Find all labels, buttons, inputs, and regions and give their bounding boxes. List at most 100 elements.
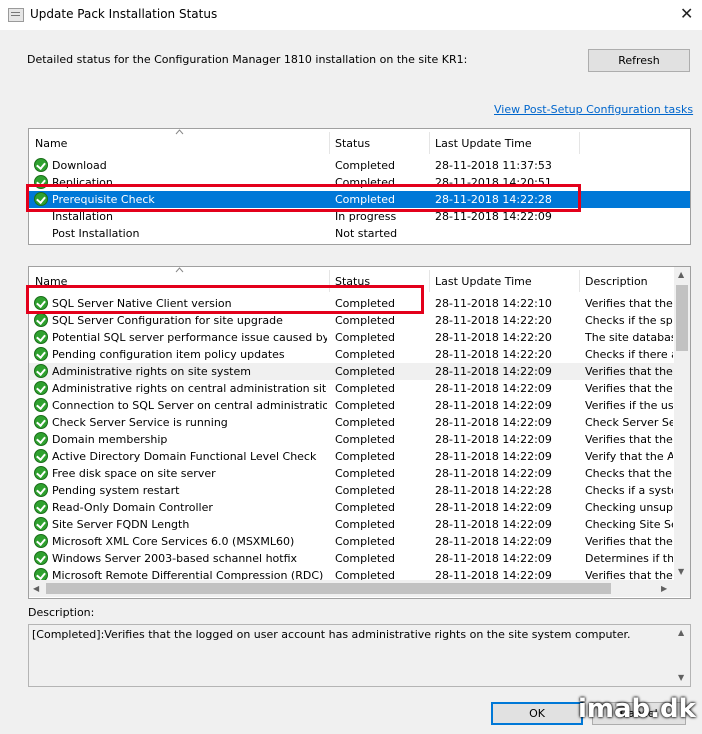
row-time: 28-11-2018 14:22:20 <box>435 348 552 361</box>
table-row[interactable]: Read-Only Domain Controller Completed 28-1… <box>29 499 674 516</box>
table-row[interactable]: Windows Server 2003-based schannel hotfi… <box>29 550 674 567</box>
row-status: Completed <box>335 467 395 480</box>
check-icon <box>34 449 48 463</box>
table-row[interactable]: Administrative rights on site system Comp… <box>29 363 674 380</box>
row-status: Completed <box>335 382 395 395</box>
row-name: Site Server FQDN Length <box>52 518 190 531</box>
scroll-up-icon[interactable]: ▲ <box>678 628 684 637</box>
table-row[interactable]: Administrative rights on central adminis… <box>29 380 674 397</box>
row-time: 28-11-2018 14:22:09 <box>435 501 552 514</box>
check-icon <box>34 398 48 412</box>
scroll-left-icon[interactable]: ◀ <box>33 584 39 593</box>
row-time: 28-11-2018 14:22:09 <box>435 535 552 548</box>
column-header-time[interactable]: Last Update Time <box>435 275 532 288</box>
row-time: 28-11-2018 14:22:09 <box>435 433 552 446</box>
horizontal-scrollbar[interactable]: ◀ ▶ <box>29 580 674 597</box>
window-title: Update Pack Installation Status <box>30 7 218 21</box>
check-icon <box>34 466 48 480</box>
table-row[interactable]: Pending configuration item policy update… <box>29 346 674 363</box>
row-name: Potential SQL server performance issue c… <box>52 331 327 344</box>
row-status: Completed <box>335 433 395 446</box>
table-row[interactable]: Download Completed 28-11-2018 11:37:53 <box>29 157 690 174</box>
highlight-sql-native-client <box>26 285 424 314</box>
check-icon <box>34 158 48 172</box>
description-scrollbar[interactable]: ▲ ▼ <box>674 625 690 686</box>
row-description: Checks if a system <box>585 484 673 497</box>
row-description: Checking unsuppo <box>585 501 673 514</box>
row-status: Completed <box>335 159 395 172</box>
check-icon <box>34 313 48 327</box>
row-time: 28-11-2018 14:22:09 <box>435 365 552 378</box>
phases-header: Name Status Last Update Time <box>29 129 690 157</box>
row-description: Verifies that the log <box>585 365 673 378</box>
scroll-right-icon[interactable]: ▶ <box>661 584 667 593</box>
check-icon <box>34 432 48 446</box>
row-status: Completed <box>335 450 395 463</box>
scroll-thumb[interactable] <box>676 285 688 351</box>
row-status: Completed <box>335 348 395 361</box>
row-name: SQL Server Configuration for site upgrad… <box>52 314 283 327</box>
row-description: Checks if the spec <box>585 314 673 327</box>
row-status: Completed <box>335 501 395 514</box>
table-row[interactable]: Potential SQL server performance issue c… <box>29 329 674 346</box>
check-icon <box>34 330 48 344</box>
row-name: Check Server Service is running <box>52 416 228 429</box>
check-icon <box>34 381 48 395</box>
table-row[interactable]: Site Server FQDN Length Completed 28-11-20… <box>29 516 674 533</box>
table-row[interactable]: Free disk space on site server Completed 2… <box>29 465 674 482</box>
row-time: 28-11-2018 14:22:09 <box>435 552 552 565</box>
check-icon <box>34 534 48 548</box>
column-header-description[interactable]: Description <box>585 275 648 288</box>
row-time: 28-11-2018 14:22:28 <box>435 484 552 497</box>
description-text: [Completed]:Verifies that the logged on … <box>32 628 631 641</box>
close-icon[interactable]: ✕ <box>680 4 693 23</box>
row-status: Completed <box>335 535 395 548</box>
table-row[interactable]: Active Directory Domain Functional Level… <box>29 448 674 465</box>
sort-ascending-icon <box>175 129 184 135</box>
row-description: Checks that the sit <box>585 467 673 480</box>
row-time: 28-11-2018 14:22:20 <box>435 331 552 344</box>
table-row[interactable]: Microsoft XML Core Services 6.0 (MSXML60… <box>29 533 674 550</box>
description-box[interactable]: [Completed]:Verifies that the logged on … <box>28 624 691 687</box>
row-description: Verify that the Activ <box>585 450 673 463</box>
row-time: 28-11-2018 14:22:09 <box>435 399 552 412</box>
check-icon <box>34 347 48 361</box>
column-header-time[interactable]: Last Update Time <box>435 137 532 150</box>
row-status: Completed <box>335 416 395 429</box>
check-icon <box>34 364 48 378</box>
row-name: Active Directory Domain Functional Level… <box>52 450 317 463</box>
table-row[interactable]: Domain membership Completed 28-11-2018 14:… <box>29 431 674 448</box>
table-row[interactable]: Check Server Service is running Completed… <box>29 414 674 431</box>
scroll-up-icon[interactable]: ▲ <box>678 270 684 279</box>
row-name: Connection to SQL Server on central admi… <box>52 399 327 412</box>
row-description: Verifies if the user <box>585 399 673 412</box>
row-name: Read-Only Domain Controller <box>52 501 213 514</box>
row-status: Completed <box>335 484 395 497</box>
check-icon <box>34 551 48 565</box>
window-icon <box>8 8 24 22</box>
row-name: Free disk space on site server <box>52 467 216 480</box>
refresh-button[interactable]: Refresh <box>588 49 690 72</box>
sort-ascending-icon <box>175 267 184 273</box>
ok-button[interactable]: OK <box>491 702 583 725</box>
row-description: Verifies that the co <box>585 433 673 446</box>
column-header-name[interactable]: Name <box>35 137 67 150</box>
row-name: Administrative rights on central adminis… <box>52 382 327 395</box>
scroll-down-icon[interactable]: ▼ <box>678 673 684 682</box>
checks-list[interactable]: Name Status Last Update Time Description… <box>28 266 691 599</box>
row-name: Microsoft XML Core Services 6.0 (MSXML60… <box>52 535 295 548</box>
watermark-logo: imab.dk <box>578 694 696 724</box>
table-row[interactable]: Connection to SQL Server on central admi… <box>29 397 674 414</box>
intro-text: Detailed status for the Configuration Ma… <box>27 53 468 66</box>
title-bar: Update Pack Installation Status ✕ <box>0 0 702 30</box>
table-row[interactable]: Post Installation Not started <box>29 225 690 242</box>
table-row[interactable]: Pending system restart Completed 28-11-201… <box>29 482 674 499</box>
hscroll-thumb[interactable] <box>46 583 611 594</box>
post-setup-link[interactable]: View Post-Setup Configuration tasks <box>494 103 693 116</box>
check-icon <box>34 483 48 497</box>
row-time: 28-11-2018 11:37:53 <box>435 159 552 172</box>
table-row[interactable]: SQL Server Configuration for site upgrad… <box>29 312 674 329</box>
column-header-status[interactable]: Status <box>335 137 370 150</box>
vertical-scrollbar[interactable]: ▲ ▼ <box>674 267 690 580</box>
scroll-down-icon[interactable]: ▼ <box>678 567 684 576</box>
